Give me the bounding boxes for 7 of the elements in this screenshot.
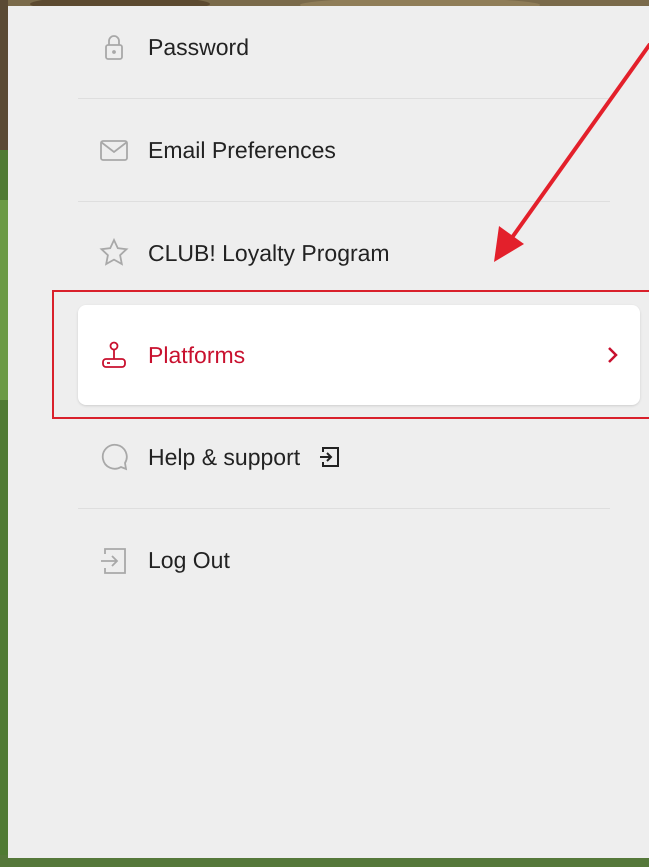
menu-item[interactable]: Password [78,0,640,97]
menu-item[interactable]: Platforms [78,305,640,405]
chevron-right-icon [606,345,620,365]
menu-item[interactable]: Log Out [78,510,640,610]
menu-item[interactable]: Email Preferences [78,100,640,200]
menu-item[interactable]: Help & support [78,407,640,507]
menu-item[interactable]: CLUB! Loyalty Program [78,203,640,303]
